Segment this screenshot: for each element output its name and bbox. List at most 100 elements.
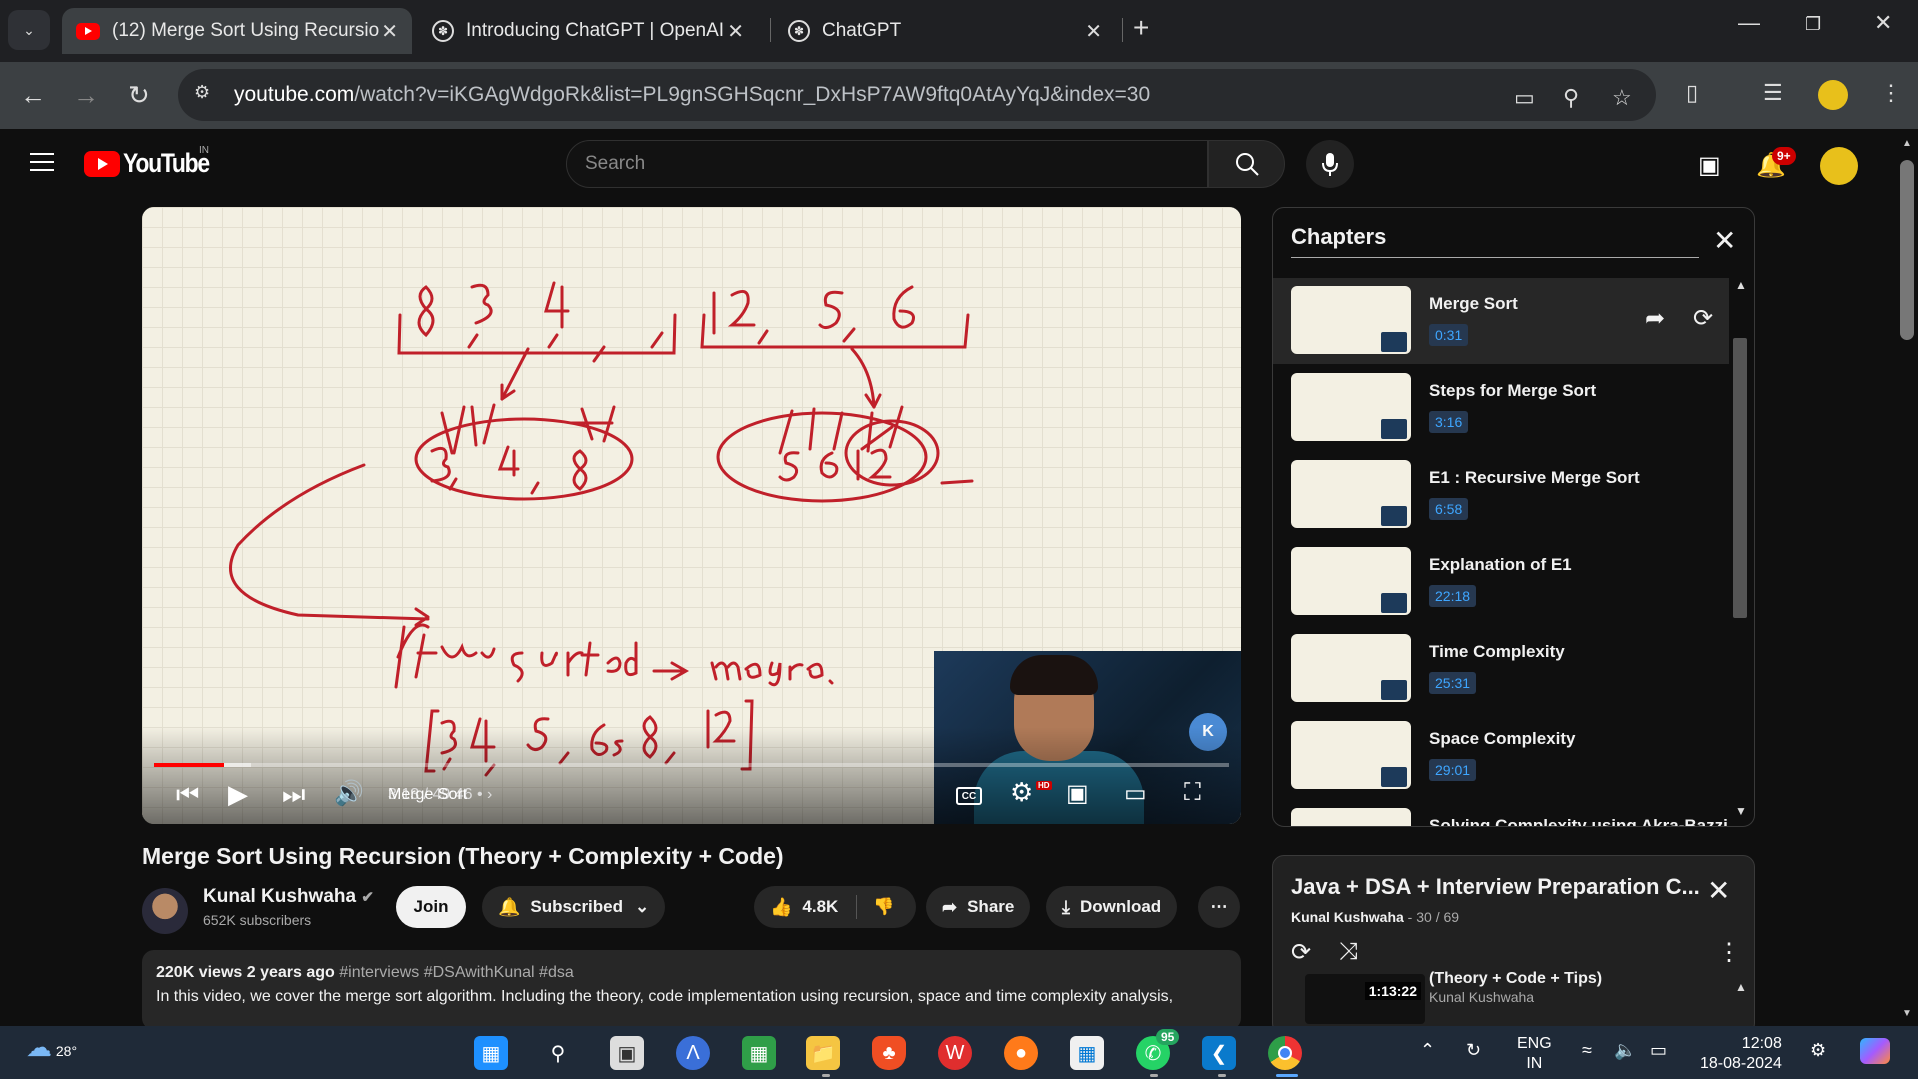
download-button[interactable]: ⤓ Download: [1046, 886, 1178, 928]
chapter-item[interactable]: Space Complexity 29:01: [1273, 713, 1729, 799]
back-button[interactable]: ←: [20, 80, 46, 111]
settings-gear-icon[interactable]: ⚙: [1010, 777, 1033, 808]
search-input[interactable]: [585, 153, 1185, 175]
guide-menu-icon[interactable]: [30, 153, 54, 171]
battery-icon[interactable]: ▭: [1650, 1040, 1667, 1061]
sync-icon[interactable]: ↻: [1466, 1040, 1481, 1061]
video-player[interactable]: K ⏮ ▶ ⏭ 🔊 3:13 / 49:46 • Merge Sort › CC…: [142, 207, 1241, 824]
close-playlist-icon[interactable]: ✕: [1707, 874, 1730, 907]
chapter-item[interactable]: Merge Sort 0:31 ➦ ⟳: [1273, 278, 1729, 364]
channel-name[interactable]: Kunal Kushwaha ✔: [203, 886, 374, 908]
wifi-icon[interactable]: ≈: [1582, 1040, 1592, 1061]
browser-profile-avatar[interactable]: [1818, 80, 1848, 110]
weather-widget[interactable]: ☁ 28°: [26, 1032, 77, 1063]
playlist-more-icon[interactable]: ⋮: [1717, 938, 1741, 967]
firefox-icon[interactable]: ●: [1004, 1036, 1038, 1070]
playlist-title[interactable]: Java + DSA + Interview Preparation C...: [1291, 874, 1700, 900]
url-text[interactable]: youtube.com/watch?v=iKGAgWdgoRk&list=PL9…: [234, 83, 1150, 107]
like-thumb-icon[interactable]: 👍: [770, 897, 792, 918]
voice-search-button[interactable]: [1306, 140, 1354, 188]
file-explorer-icon[interactable]: 📁: [806, 1036, 840, 1070]
search-button[interactable]: [1208, 140, 1285, 188]
share-button[interactable]: ➦ Share: [926, 886, 1031, 928]
captions-button[interactable]: CC: [956, 787, 982, 805]
loop-chapter-icon[interactable]: ⟳: [1693, 304, 1713, 333]
chapter-timestamp[interactable]: 29:01: [1429, 759, 1477, 781]
copilot-icon[interactable]: [1860, 1038, 1890, 1064]
close-chapters-icon[interactable]: ✕: [1713, 224, 1736, 257]
page-scrollbar[interactable]: ▲ ▼: [1897, 136, 1918, 1026]
chapter-thumbnail[interactable]: [1291, 460, 1411, 528]
scroll-up-icon[interactable]: ▲: [1735, 278, 1747, 292]
browser-menu-icon[interactable]: ⋮: [1880, 80, 1902, 106]
dislike-thumb-icon[interactable]: 👎: [873, 897, 894, 917]
chapter-timestamp[interactable]: 0:31: [1429, 324, 1469, 346]
theater-mode-icon[interactable]: ▭: [1124, 779, 1147, 808]
chapter-timestamp[interactable]: 25:31: [1429, 672, 1477, 694]
shuffle-icon[interactable]: ⤨: [1339, 938, 1358, 966]
start-windows-icon[interactable]: ▦: [474, 1036, 508, 1070]
chapters-scrollbar[interactable]: [1733, 338, 1747, 618]
volume-icon[interactable]: 🔊: [334, 779, 364, 808]
chapter-thumbnail[interactable]: [1291, 808, 1411, 826]
bookmark-star-icon[interactable]: ☆: [1612, 85, 1632, 111]
progress-bar[interactable]: [154, 763, 1229, 767]
tab-youtube[interactable]: (12) Merge Sort Using Recursio ✕: [62, 8, 412, 54]
close-tab-icon[interactable]: ✕: [381, 19, 398, 44]
close-tab-icon[interactable]: ✕: [727, 19, 744, 44]
youtube-logo-icon[interactable]: [84, 151, 120, 177]
brave-browser-icon[interactable]: ♣: [872, 1036, 906, 1070]
chapter-thumbnail[interactable]: [1291, 634, 1411, 702]
app-triangle-icon[interactable]: Λ: [676, 1036, 710, 1070]
share-chapter-icon[interactable]: ➦: [1645, 304, 1665, 333]
next-video-thumbnail[interactable]: 1:13:22: [1305, 974, 1425, 1024]
search-box[interactable]: [566, 140, 1208, 188]
task-view-icon[interactable]: ▣: [610, 1036, 644, 1070]
reload-button[interactable]: ↻: [128, 80, 150, 111]
chapter-item[interactable]: Explanation of E1 22:18: [1273, 539, 1729, 625]
show-hidden-icons-icon[interactable]: ⌃: [1420, 1040, 1435, 1061]
omnibox[interactable]: ⚙ youtube.com/watch?v=iKGAgWdgoRk&list=P…: [178, 69, 1656, 121]
more-actions-button[interactable]: ⋯: [1198, 886, 1240, 928]
fullscreen-icon[interactable]: ⛶: [1184, 779, 1201, 807]
tab-chatgpt[interactable]: ✽ ChatGPT ✕: [774, 8, 1116, 54]
extensions-icon[interactable]: ▯: [1686, 80, 1698, 106]
chapter-thumbnail[interactable]: [1291, 286, 1411, 354]
youtube-wordmark[interactable]: YouTube: [123, 148, 210, 179]
new-tab-button[interactable]: +: [1133, 12, 1149, 44]
site-info-icon[interactable]: ⚙: [194, 82, 220, 108]
scrollbar-thumb[interactable]: [1900, 160, 1914, 340]
language-indicator[interactable]: ENG IN: [1517, 1034, 1552, 1074]
close-window-button[interactable]: ✕: [1874, 10, 1892, 36]
chapter-item[interactable]: Steps for Merge Sort 3:16: [1273, 365, 1729, 451]
search-icon[interactable]: ⚲: [541, 1036, 575, 1070]
account-avatar[interactable]: [1820, 147, 1858, 185]
create-video-icon[interactable]: ▣: [1698, 151, 1721, 180]
scroll-up-icon[interactable]: ▲: [1735, 980, 1747, 994]
play-icon[interactable]: ▶: [228, 779, 248, 810]
previous-video-icon[interactable]: ⏮: [176, 779, 199, 811]
like-count[interactable]: 4.8K: [802, 897, 838, 917]
close-tab-icon[interactable]: ✕: [1085, 19, 1102, 44]
current-chapter-link[interactable]: Merge Sort: [388, 786, 844, 824]
miniplayer-icon[interactable]: ▣: [1066, 779, 1089, 808]
join-button[interactable]: Join: [396, 886, 466, 928]
minimize-button[interactable]: —: [1738, 10, 1760, 36]
chapter-thumbnail[interactable]: [1291, 547, 1411, 615]
zoom-icon[interactable]: ⚲: [1563, 85, 1579, 111]
hashtags[interactable]: #interviews #DSAwithKunal #dsa: [339, 964, 574, 981]
wps-office-icon[interactable]: W: [938, 1036, 972, 1070]
chapter-item[interactable]: E1 : Recursive Merge Sort 6:58: [1273, 452, 1729, 538]
chapter-thumbnail[interactable]: [1291, 373, 1411, 441]
tab-search-dropdown[interactable]: ⌄: [8, 10, 50, 50]
vscode-icon[interactable]: ❮: [1202, 1036, 1236, 1070]
next-video-title[interactable]: (Theory + Code + Tips): [1429, 970, 1602, 988]
calendar-app-icon[interactable]: ▦: [742, 1036, 776, 1070]
tab-openai[interactable]: ✽ Introducing ChatGPT | OpenAI ✕: [418, 8, 758, 54]
speaker-icon[interactable]: 🔈: [1614, 1040, 1636, 1061]
scroll-up-icon[interactable]: ▲: [1902, 138, 1912, 149]
next-video-icon[interactable]: ⏭: [282, 779, 305, 811]
notification-center-icon[interactable]: ⚙: [1810, 1040, 1826, 1061]
media-controls-icon[interactable]: ☰: [1763, 80, 1783, 106]
chapter-timestamp[interactable]: 6:58: [1429, 498, 1469, 520]
